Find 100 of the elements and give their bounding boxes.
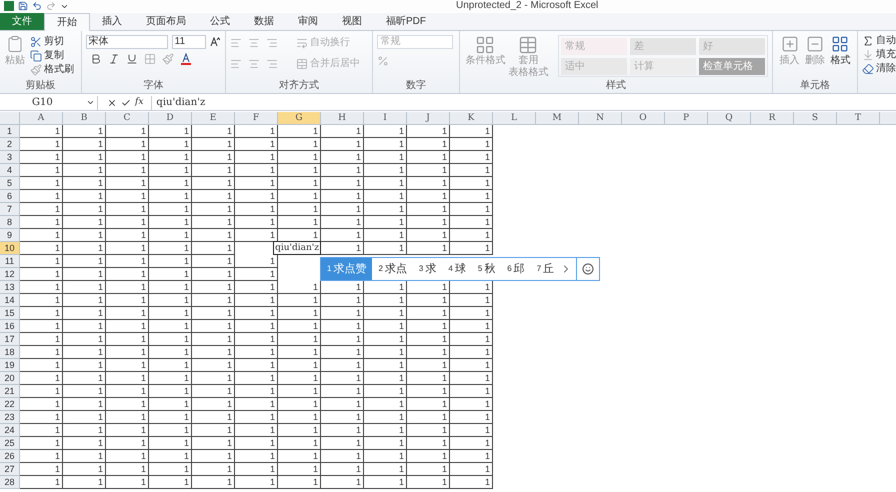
column-header[interactable]: A	[20, 112, 63, 124]
row-header[interactable]: 8	[0, 216, 20, 229]
insert-function-button[interactable]: fx	[135, 96, 144, 110]
column-header[interactable]: H	[321, 112, 364, 124]
font-name-field[interactable]: 宋体	[86, 35, 168, 49]
column-header[interactable]: C	[106, 112, 149, 124]
cancel-icon[interactable]	[107, 98, 117, 108]
row-header[interactable]: 23	[0, 411, 20, 424]
ribbon-tab[interactable]: 开始	[44, 13, 90, 31]
row-header[interactable]: 27	[0, 463, 20, 476]
editing-cell[interactable]: qiu'dian'z	[273, 241, 321, 255]
enter-icon[interactable]	[121, 98, 131, 108]
ime-candidate[interactable]: 7 丘	[530, 258, 560, 280]
editing-button[interactable]: 清除	[862, 63, 896, 75]
undo-icon[interactable]	[32, 1, 42, 11]
save-icon[interactable]	[18, 1, 28, 11]
row-header[interactable]: 4	[0, 164, 20, 177]
row-header[interactable]: 9	[0, 229, 20, 242]
emoji-icon[interactable]	[582, 263, 594, 275]
row-header[interactable]: 14	[0, 294, 20, 307]
cells-button[interactable]: 格式	[828, 35, 853, 80]
column-header[interactable]: Q	[708, 112, 751, 124]
row-header[interactable]: 13	[0, 281, 20, 294]
row-header[interactable]: 19	[0, 359, 20, 372]
ribbon-tab[interactable]: 数据	[242, 13, 286, 30]
row-header[interactable]: 26	[0, 450, 20, 463]
row-header[interactable]: 1	[0, 125, 20, 138]
table-cell: 1	[149, 385, 192, 398]
row-header[interactable]: 18	[0, 346, 20, 359]
table-cell: 1	[278, 346, 321, 359]
ribbon-tab[interactable]: 页面布局	[134, 13, 198, 30]
table-cell: 1	[106, 151, 149, 164]
row-header[interactable]: 22	[0, 398, 20, 411]
row-header[interactable]: 28	[0, 476, 20, 489]
table-cell: 1	[20, 320, 63, 333]
row-header[interactable]: 25	[0, 437, 20, 450]
column-header[interactable]: R	[751, 112, 794, 124]
row-header[interactable]: 20	[0, 372, 20, 385]
column-header[interactable]: J	[407, 112, 450, 124]
column-header[interactable]: I	[364, 112, 407, 124]
formula-field[interactable]: qiu'dian'z	[151, 96, 896, 110]
row-header[interactable]: 12	[0, 268, 20, 281]
table-cell: 1	[149, 411, 192, 424]
name-box[interactable]: G10	[0, 96, 98, 110]
font-color-icon[interactable]	[180, 53, 192, 65]
ribbon-tab[interactable]: 福昕PDF	[374, 13, 438, 30]
column-header[interactable]: K	[450, 112, 493, 124]
ribbon-tab[interactable]: 公式	[198, 13, 242, 30]
table-cell: 1	[106, 125, 149, 138]
grow-font-icon[interactable]	[210, 37, 220, 47]
table-cell: 1	[321, 294, 364, 307]
table-cell: 1	[278, 385, 321, 398]
row-header[interactable]: 24	[0, 424, 20, 437]
column-header[interactable]: D	[149, 112, 192, 124]
ribbon-tab[interactable]: 文件	[0, 13, 44, 30]
table-cell: 1	[407, 333, 450, 346]
ime-candidate[interactable]: 4 球	[442, 258, 472, 280]
column-header[interactable]: N	[579, 112, 622, 124]
ribbon-tab[interactable]: 插入	[90, 13, 134, 30]
editing-button[interactable]: 自动	[862, 35, 896, 47]
row-header[interactable]: 11	[0, 255, 20, 268]
row-header[interactable]: 15	[0, 307, 20, 320]
table-cell: 1	[106, 320, 149, 333]
table-cell: 1	[278, 164, 321, 177]
row-header[interactable]: 17	[0, 333, 20, 346]
column-header[interactable]: T	[837, 112, 880, 124]
ime-candidate[interactable]: 3 求	[412, 258, 442, 280]
ime-candidate[interactable]: 5 秋	[472, 258, 502, 280]
column-header[interactable]: E	[192, 112, 235, 124]
row-header[interactable]: 6	[0, 190, 20, 203]
row-header[interactable]: 5	[0, 177, 20, 190]
row-header[interactable]: 16	[0, 320, 20, 333]
table-cell: 1	[321, 346, 364, 359]
column-header[interactable]: M	[536, 112, 579, 124]
column-header[interactable]: P	[665, 112, 708, 124]
ime-candidate[interactable]: 6 邱	[501, 258, 531, 280]
row-header[interactable]: 10	[0, 242, 20, 255]
clipboard-action[interactable]: 剪切	[30, 35, 74, 48]
dropdown-icon[interactable]	[86, 98, 95, 107]
ime-candidate[interactable]: 2 求点	[372, 258, 413, 280]
table-cell: 1	[407, 190, 450, 203]
row-header[interactable]: 2	[0, 138, 20, 151]
row-header[interactable]: 7	[0, 203, 20, 216]
clipboard-action[interactable]: 复制	[30, 49, 74, 62]
column-header[interactable]: B	[63, 112, 106, 124]
table-cell: 1	[235, 476, 278, 489]
row-header[interactable]: 3	[0, 151, 20, 164]
column-header[interactable]: G	[278, 112, 321, 124]
table-cell: 1	[20, 372, 63, 385]
ribbon-tab[interactable]: 审阅	[286, 13, 330, 30]
ribbon-tab[interactable]: 视图	[330, 13, 374, 30]
table-cell: 1	[20, 151, 63, 164]
percent-icon	[377, 55, 390, 67]
column-header[interactable]: O	[622, 112, 665, 124]
column-header[interactable]: L	[493, 112, 536, 124]
font-size-field[interactable]: 11	[172, 35, 206, 49]
row-header[interactable]: 21	[0, 385, 20, 398]
column-header[interactable]: S	[794, 112, 837, 124]
editing-button[interactable]: 填充	[862, 49, 896, 61]
clipboard-action[interactable]: 格式刷	[30, 63, 74, 76]
